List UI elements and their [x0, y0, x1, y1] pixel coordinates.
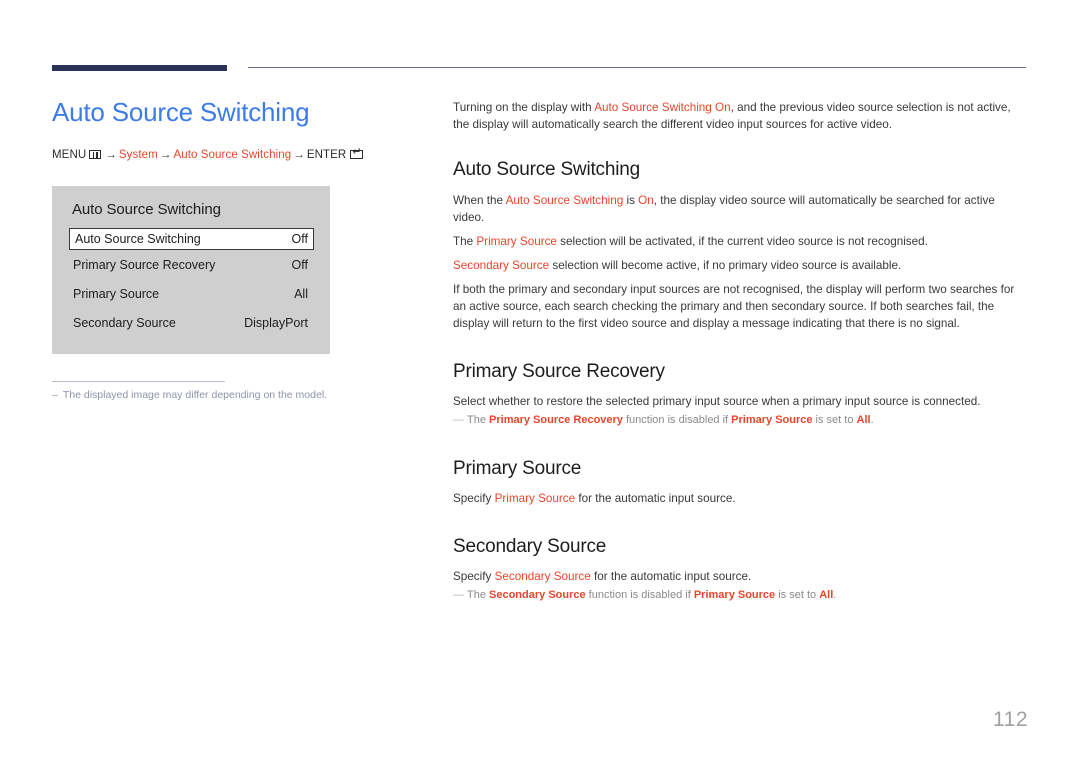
text: The: [453, 235, 477, 248]
osd-title: Auto Source Switching: [72, 201, 221, 218]
intro-paragraph: Turning on the display with Auto Source …: [453, 99, 1028, 133]
accent: Primary Source: [731, 414, 813, 426]
enter-key-icon: [350, 147, 364, 159]
accent: All: [856, 414, 871, 426]
text: function is disabled if: [622, 414, 732, 426]
osd-row-primary-source-recovery[interactable]: Primary Source Recovery Off: [72, 250, 312, 279]
left-column: Auto Source Switching MENU → System → Auto S…: [52, 95, 422, 162]
section-heading-primary-source: Primary Source: [453, 458, 582, 479]
breadcrumb-arrow-2: →: [159, 149, 172, 161]
text: selection will be activated, if the curr…: [556, 235, 928, 248]
accent: On: [638, 194, 654, 207]
text: is set to: [812, 414, 857, 426]
section-heading-primary-source-recovery: Primary Source Recovery: [453, 361, 665, 382]
accent: Primary Source: [693, 589, 776, 601]
left-footnote: – The displayed image may differ dependin…: [52, 388, 412, 402]
text: The: [467, 414, 490, 426]
accent: Primary Source: [494, 492, 576, 505]
breadcrumb-menu-label: MENU: [52, 149, 87, 161]
osd-preview-panel: Auto Source Switching Auto Source Switch…: [52, 186, 330, 354]
accent: Primary Source Recovery: [489, 414, 623, 426]
accent: Secondary Source: [489, 589, 586, 601]
page-title: Auto Source Switching: [52, 97, 310, 127]
osd-row-label: Primary Source Recovery: [73, 257, 216, 272]
intro-text-1: Turning on the display with: [453, 101, 595, 114]
note-dash-icon: —: [453, 589, 464, 601]
osd-row-value: Off: [291, 257, 308, 272]
intro-accent-1: Auto Source Switching On: [594, 101, 731, 114]
section-3-note: — The Secondary Source function is disabl…: [453, 587, 1028, 604]
osd-row-label: Auto Source Switching: [75, 232, 201, 246]
breadcrumb-item-system[interactable]: System: [119, 149, 158, 161]
accent: Secondary Source: [494, 570, 591, 583]
section-heading-secondary-source: Secondary Source: [453, 536, 607, 557]
section-1-note: — The Primary Source Recovery function is…: [453, 412, 1028, 429]
text: selection will become active, if no prim…: [549, 259, 902, 272]
osd-row-primary-source[interactable]: Primary Source All: [72, 279, 312, 308]
osd-row-label: Secondary Source: [73, 315, 176, 330]
text: .: [870, 414, 874, 426]
text: is set to: [775, 589, 820, 601]
osd-row-label: Primary Source: [73, 286, 160, 301]
left-note-separator: [52, 381, 225, 382]
right-column: Turning on the display with Auto Source …: [453, 99, 1028, 604]
section-3-body: Specify Secondary Source for the automat…: [453, 569, 1028, 585]
section-0-paragraph-1: The Primary Source selection will be act…: [453, 233, 1028, 250]
osd-row-secondary-source[interactable]: Secondary Source DisplayPort: [72, 308, 312, 337]
text: Specify: [453, 570, 495, 583]
accent: Primary Source: [476, 235, 557, 248]
text: for the automatic input source.: [590, 570, 752, 583]
osd-row-value: All: [294, 286, 308, 301]
accent: Secondary Source: [453, 259, 550, 272]
breadcrumb-arrow-1: →: [105, 149, 117, 161]
menu-grid-icon: [89, 150, 102, 159]
header-rule-thick: [52, 65, 227, 71]
text: Specify: [453, 492, 495, 505]
text: for the automatic input source.: [575, 492, 736, 505]
section-2-body: Specify Primary Source for the automatic…: [453, 491, 1028, 507]
accent: Auto Source Switching: [505, 194, 624, 207]
page-number: 112: [993, 708, 1028, 731]
osd-row-value: Off: [291, 232, 308, 246]
accent: All: [819, 589, 834, 601]
osd-row-auto-source-switching[interactable]: Auto Source Switching Off: [69, 228, 314, 250]
text: .: [833, 589, 837, 601]
note-dash-icon: —: [453, 414, 464, 426]
breadcrumb-arrow-3: →: [293, 149, 305, 161]
text: is: [623, 194, 639, 207]
section-heading-auto-source-switching: Auto Source Switching: [453, 159, 640, 180]
text: When the: [453, 194, 506, 207]
breadcrumb-item-auto-source-switching[interactable]: Auto Source Switching: [173, 149, 291, 161]
text: function is disabled if: [585, 589, 694, 601]
text: The: [467, 589, 490, 601]
osd-row-value: DisplayPort: [244, 315, 308, 330]
section-0-paragraph-3: If both the primary and secondary input …: [453, 283, 1015, 330]
breadcrumb-enter-label: ENTER: [306, 149, 347, 161]
section-0-paragraph-0: When the Auto Source Switching is On, th…: [453, 192, 1028, 226]
left-footnote-text: The displayed image may differ depending…: [62, 389, 328, 401]
header-rule-thin: [248, 67, 1026, 68]
left-footnote-dash: –: [52, 389, 58, 401]
breadcrumb: MENU → System → Auto Source Switching → ENTER: [52, 147, 422, 162]
section-0-paragraph-2: Secondary Source selection will become a…: [453, 257, 1028, 274]
section-1-body: Select whether to restore the selected p…: [453, 395, 981, 408]
